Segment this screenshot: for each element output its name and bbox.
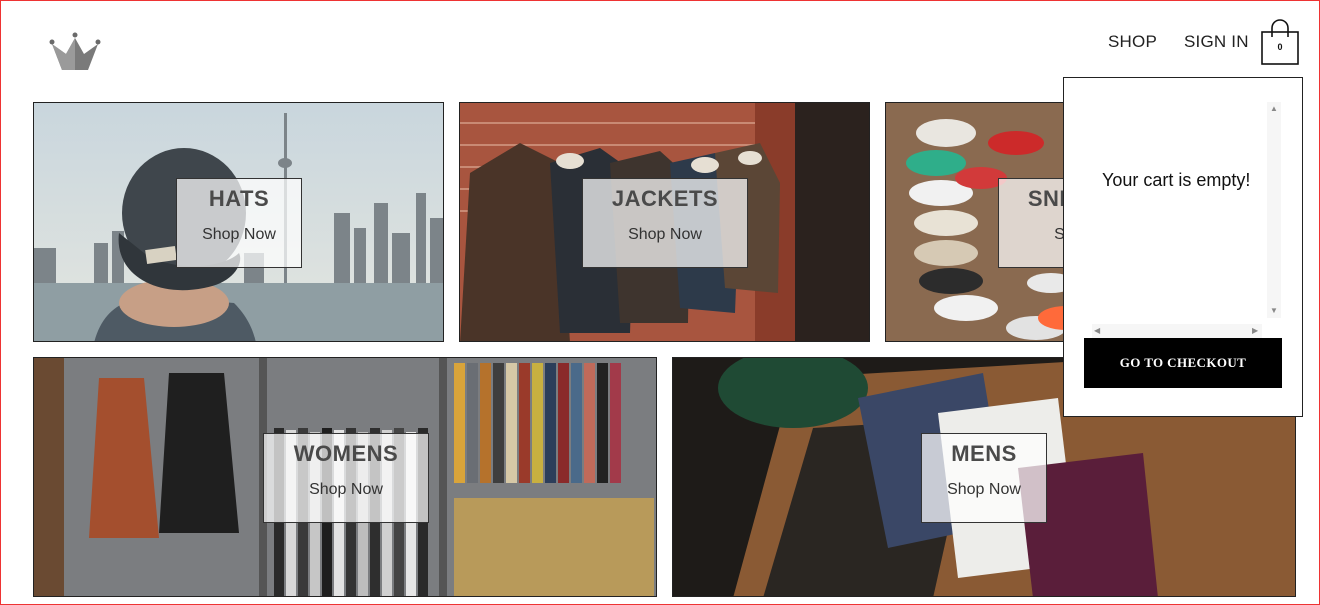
cart-dropdown: Your cart is empty! ▲ ▼ ◀ ▶ GO TO CHECKO…	[1063, 77, 1303, 417]
cart-items-container[interactable]: Your cart is empty!	[1084, 100, 1284, 330]
shop-now-link[interactable]: Shop Now	[583, 226, 747, 244]
scroll-down-icon[interactable]: ▼	[1270, 306, 1278, 315]
scroll-right-icon[interactable]: ▶	[1252, 326, 1258, 335]
scroll-left-icon[interactable]: ◀	[1094, 326, 1100, 335]
category-title: JACKETS	[611, 186, 719, 211]
category-label-box: HATS Shop Now	[176, 178, 302, 268]
cart-item-count: 0	[1277, 42, 1283, 52]
go-to-checkout-button[interactable]: GO TO CHECKOUT	[1084, 338, 1282, 388]
nav-sign-in-link[interactable]: SIGN IN	[1184, 32, 1249, 52]
category-title: WOMENS	[293, 441, 399, 466]
nav-shop-link[interactable]: SHOP	[1108, 32, 1157, 52]
category-label-box: JACKETS Shop Now	[582, 178, 748, 268]
cart-vertical-scrollbar[interactable]: ▲ ▼	[1267, 102, 1281, 318]
cart-icon-button[interactable]: 0	[1260, 18, 1300, 66]
category-tile-womens[interactable]: WOMENS Shop Now	[33, 357, 657, 597]
category-title: MENS	[951, 441, 1017, 466]
category-tile-hats[interactable]: HATS Shop Now	[33, 102, 444, 342]
crown-logo-icon[interactable]	[48, 30, 102, 74]
scroll-up-icon[interactable]: ▲	[1270, 104, 1278, 113]
category-title: HATS	[208, 186, 270, 211]
empty-cart-message: Your cart is empty!	[1102, 170, 1251, 190]
shop-now-link[interactable]: Shop Now	[264, 481, 428, 499]
category-label-box: WOMENS Shop Now	[263, 433, 429, 523]
category-tile-jackets[interactable]: JACKETS Shop Now	[459, 102, 870, 342]
shop-now-link[interactable]: Shop Now	[177, 226, 301, 244]
shop-now-link[interactable]: Shop Now	[922, 481, 1046, 499]
category-label-box: MENS Shop Now	[921, 433, 1047, 523]
cart-horizontal-scrollbar[interactable]: ◀ ▶	[1092, 324, 1262, 338]
